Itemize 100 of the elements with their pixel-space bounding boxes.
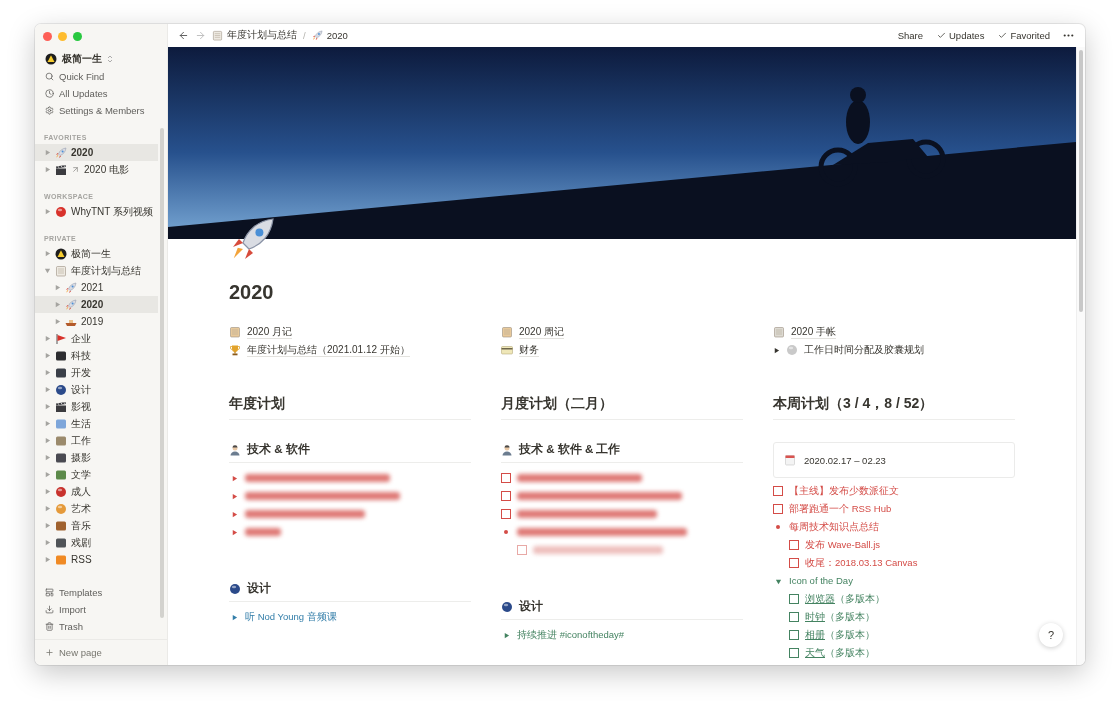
- checkbox[interactable]: [789, 612, 799, 622]
- tile-icon: [55, 366, 67, 379]
- forward-button[interactable]: [195, 30, 206, 41]
- tile-icon: [55, 519, 67, 532]
- sidebar-item[interactable]: 开发: [35, 364, 158, 381]
- sidebar-item[interactable]: 摄影: [35, 449, 158, 466]
- page-link[interactable]: 工作日时间分配及胶囊规划: [773, 341, 1015, 359]
- page-link[interactable]: 2020 周记: [501, 323, 743, 341]
- page-link[interactable]: 年度计划与总结（2021.01.12 开始）: [229, 341, 471, 359]
- back-button[interactable]: [178, 30, 189, 41]
- sidebar-item[interactable]: 极简一生: [35, 245, 158, 262]
- sidebar-action[interactable]: All Updates: [35, 85, 167, 102]
- block-text: 持续推进 #iconoftheday#: [517, 629, 625, 641]
- page-link[interactable]: 时钟: [805, 611, 825, 622]
- sidebar-action[interactable]: Quick Find: [35, 68, 167, 85]
- checkbox[interactable]: [501, 473, 511, 483]
- page-link[interactable]: 浏览器: [805, 593, 835, 604]
- block-text: Icon of the Day: [789, 575, 853, 587]
- ball-icon: [55, 485, 67, 498]
- notebook-icon: [229, 326, 241, 338]
- sidebar-item[interactable]: 年度计划与总结: [35, 262, 158, 279]
- zoom-window-button[interactable]: [73, 32, 82, 41]
- checkbox[interactable]: [789, 540, 799, 550]
- plus-icon: [45, 648, 54, 657]
- topbar-button[interactable]: Favorited: [998, 30, 1050, 41]
- sidebar-item[interactable]: 艺术: [35, 500, 158, 517]
- switcher-icon: [107, 55, 113, 63]
- checkbox[interactable]: [773, 504, 783, 514]
- help-button[interactable]: ?: [1039, 623, 1063, 647]
- card-icon: [501, 344, 513, 356]
- page-link[interactable]: 2020 月记: [229, 323, 471, 341]
- close-window-button[interactable]: [43, 32, 52, 41]
- sidebar-item[interactable]: 2020 电影: [35, 161, 158, 178]
- notebook-icon: [212, 30, 223, 41]
- sidebar-item[interactable]: 戏剧: [35, 534, 158, 551]
- sidebar-action[interactable]: Settings & Members: [35, 102, 167, 119]
- caret-icon[interactable]: [773, 346, 780, 354]
- checkbox[interactable]: [789, 630, 799, 640]
- sidebar-action[interactable]: Trash: [35, 618, 167, 635]
- section-heading: 年度计划: [229, 395, 471, 420]
- clock-icon: [45, 89, 54, 98]
- ball-icon: [786, 344, 798, 356]
- toggle-caret-icon[interactable]: [230, 492, 238, 500]
- toggle-caret-icon[interactable]: [774, 577, 782, 585]
- tile-icon: [55, 434, 67, 447]
- sidebar-item[interactable]: WhyTNT 系列视频: [35, 203, 158, 220]
- topbar-button[interactable]: Updates: [937, 30, 985, 41]
- sidebar-item[interactable]: 设计: [35, 381, 158, 398]
- sidebar-item[interactable]: 文学: [35, 466, 158, 483]
- sidebar-action[interactable]: Import: [35, 601, 167, 618]
- breadcrumb[interactable]: 年度计划与总结: [212, 29, 297, 42]
- toggle-caret-icon[interactable]: [230, 613, 238, 621]
- toggle-caret-icon[interactable]: [230, 528, 238, 536]
- page-link[interactable]: 天气: [805, 647, 825, 658]
- checkbox[interactable]: [501, 509, 511, 519]
- checkbox[interactable]: [517, 545, 527, 555]
- rocket-icon: [311, 30, 323, 41]
- new-page-button[interactable]: New page: [35, 639, 167, 665]
- block-text: 每周技术知识点总结: [789, 521, 879, 533]
- ball-icon: [55, 205, 67, 218]
- breadcrumb[interactable]: 2020: [311, 30, 348, 41]
- trash-icon: [45, 622, 54, 631]
- sidebar-item[interactable]: RSS: [35, 551, 158, 568]
- subsection-heading: 技术 & 软件: [247, 442, 310, 457]
- clapper-icon: [55, 400, 67, 413]
- sidebar-item[interactable]: 2020: [35, 296, 158, 313]
- rocket-icon: [65, 281, 77, 294]
- checkbox[interactable]: [501, 491, 511, 501]
- page-link[interactable]: 相册: [805, 629, 825, 640]
- workspace-name[interactable]: 极简一生: [62, 52, 102, 66]
- checkbox[interactable]: [773, 486, 783, 496]
- checkbox[interactable]: [789, 594, 799, 604]
- sidebar-item[interactable]: 生活: [35, 415, 158, 432]
- checkbox[interactable]: [789, 558, 799, 568]
- sidebar-item[interactable]: 工作: [35, 432, 158, 449]
- block-text: 收尾：2018.03.13 Canvas: [805, 557, 918, 569]
- page-title: 2020: [229, 280, 275, 305]
- sidebar-item[interactable]: 科技: [35, 347, 158, 364]
- sidebar-item[interactable]: 企业: [35, 330, 158, 347]
- person-icon: [501, 443, 513, 456]
- page-link[interactable]: 2020 手帐: [773, 323, 1015, 341]
- toggle-caret-icon[interactable]: [230, 474, 238, 482]
- sidebar-action[interactable]: Templates: [35, 584, 167, 601]
- toggle-caret-icon[interactable]: [502, 631, 510, 639]
- checkbox[interactable]: [789, 648, 799, 658]
- minimize-window-button[interactable]: [58, 32, 67, 41]
- sidebar-item[interactable]: 音乐: [35, 517, 158, 534]
- block-text: 浏览器（多版本）: [805, 593, 885, 605]
- sidebar-item[interactable]: 影视: [35, 398, 158, 415]
- page-link[interactable]: 财务: [501, 341, 743, 359]
- ball-icon: [501, 600, 513, 613]
- topbar-button[interactable]: Share: [897, 30, 923, 41]
- sidebar-item[interactable]: 2020: [35, 144, 158, 161]
- subsection-heading: 技术 & 软件 & 工作: [519, 442, 621, 457]
- sidebar-item[interactable]: 成人: [35, 483, 158, 500]
- toggle-caret-icon[interactable]: [230, 510, 238, 518]
- sidebar-item[interactable]: 2021: [35, 279, 158, 296]
- warning-badge-icon: [55, 247, 67, 260]
- ball-icon: [55, 383, 67, 396]
- sidebar-item[interactable]: 2019: [35, 313, 158, 330]
